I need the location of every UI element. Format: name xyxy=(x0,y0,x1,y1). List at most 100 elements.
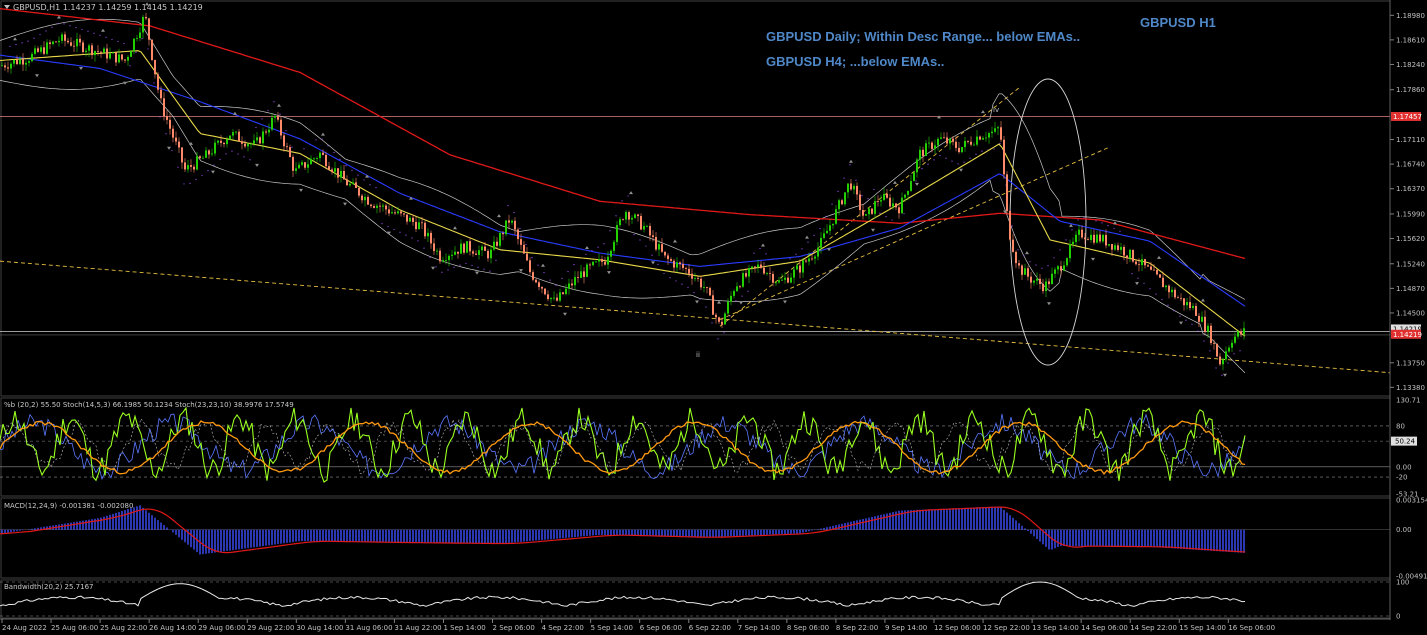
psar-dot xyxy=(801,248,803,250)
price-tick-label: 1.17860 xyxy=(1396,86,1425,94)
psar-dot xyxy=(1173,310,1175,312)
psar-dot xyxy=(993,148,995,150)
psar-dot xyxy=(405,234,407,236)
candle-body xyxy=(1126,255,1128,259)
psar-dot xyxy=(1077,219,1079,221)
candle-body xyxy=(676,262,678,268)
psar-dot xyxy=(657,263,659,265)
psar-dot xyxy=(111,38,113,41)
psar-dot xyxy=(249,159,251,161)
candle-body xyxy=(484,246,486,251)
candle-body xyxy=(241,141,243,144)
candle-body xyxy=(544,288,546,295)
candle-body xyxy=(91,45,93,56)
candle-body xyxy=(109,53,111,59)
candle-body xyxy=(598,259,600,262)
candle-body xyxy=(139,32,141,39)
candle-body xyxy=(487,250,489,259)
candle-body xyxy=(553,297,555,299)
psar-dot xyxy=(357,174,359,176)
time-tick-label: 31 Aug 06:00 xyxy=(345,624,392,632)
candle-body xyxy=(1054,269,1056,274)
psar-dot xyxy=(69,25,71,27)
candle-body xyxy=(817,247,819,257)
psar-dot xyxy=(399,231,401,233)
candle-body xyxy=(541,286,543,289)
candle-body xyxy=(211,153,213,155)
psar-dot xyxy=(729,315,731,317)
candle-body xyxy=(868,208,870,215)
candle-body xyxy=(457,251,459,254)
psar-dot xyxy=(1143,282,1145,284)
candle-body xyxy=(481,246,483,251)
candle-body xyxy=(1075,234,1077,242)
psar-dot xyxy=(921,168,923,170)
psar-dot xyxy=(315,139,317,141)
candle-body xyxy=(1231,342,1233,348)
candle-body xyxy=(385,205,387,210)
candle-body xyxy=(901,197,903,214)
candle-body xyxy=(688,268,690,274)
candle-body xyxy=(670,259,672,261)
psar-dot xyxy=(555,284,557,286)
psar-dot xyxy=(957,163,959,165)
candle-body xyxy=(430,232,432,244)
candle-body xyxy=(961,147,963,153)
psar-dot xyxy=(267,109,269,111)
psar-dot xyxy=(243,156,245,158)
candle-body xyxy=(721,321,723,325)
current-price-tag-lower: 1.14219 xyxy=(1393,331,1422,339)
candle-body xyxy=(352,182,354,184)
psar-dot xyxy=(723,332,725,334)
candle-body xyxy=(1093,234,1095,243)
psar-dot xyxy=(951,160,953,162)
price-tick-label: 1.13380 xyxy=(1396,384,1425,392)
candle-body xyxy=(1165,285,1167,288)
candle-body xyxy=(1009,210,1011,240)
psar-dot xyxy=(159,116,161,118)
candle-body xyxy=(880,200,882,202)
candle-body xyxy=(982,138,984,140)
psar-dot xyxy=(183,183,185,185)
candle-body xyxy=(1099,234,1101,242)
candle-body xyxy=(649,225,651,236)
candle-body xyxy=(1198,315,1200,322)
psar-dot xyxy=(1179,315,1181,317)
psar-dot xyxy=(477,266,479,268)
psar-dot xyxy=(639,239,641,241)
candle-body xyxy=(595,261,597,263)
trading-chart[interactable]: 1.18980 1.18610 1.18240 1.17860 1.17110 1.167… xyxy=(0,0,1427,635)
candle-body xyxy=(535,279,537,283)
stochastic-tick-label: 50.24 xyxy=(1395,438,1416,446)
candle-body xyxy=(1027,268,1029,277)
psar-dot xyxy=(345,164,347,167)
time-tick-label: 25 Aug 06:00 xyxy=(51,624,98,632)
candle-body xyxy=(757,264,759,268)
psar-dot xyxy=(807,241,809,243)
candle-body xyxy=(121,54,123,60)
candle-body xyxy=(286,146,288,148)
psar-dot xyxy=(45,30,47,32)
candle-body xyxy=(427,232,429,237)
psar-dot xyxy=(453,266,455,269)
psar-dot xyxy=(675,280,677,282)
candle-body xyxy=(856,185,858,195)
candle-body xyxy=(958,147,960,153)
psar-dot xyxy=(483,268,485,270)
psar-dot xyxy=(219,158,221,161)
psar-dot xyxy=(855,179,857,181)
stochastic-tick-label: 130.71 xyxy=(1396,397,1421,405)
candle-body xyxy=(940,137,942,139)
candle-body xyxy=(34,48,36,54)
candle-body xyxy=(910,181,912,191)
psar-dot xyxy=(207,170,209,172)
candle-body xyxy=(622,219,624,221)
psar-dot xyxy=(471,264,473,266)
psar-dot xyxy=(435,266,437,268)
psar-dot xyxy=(387,225,389,228)
psar-dot xyxy=(465,262,467,265)
candle-body xyxy=(832,223,834,226)
psar-dot xyxy=(339,158,341,160)
candle-body xyxy=(556,297,558,301)
psar-dot xyxy=(969,157,971,159)
